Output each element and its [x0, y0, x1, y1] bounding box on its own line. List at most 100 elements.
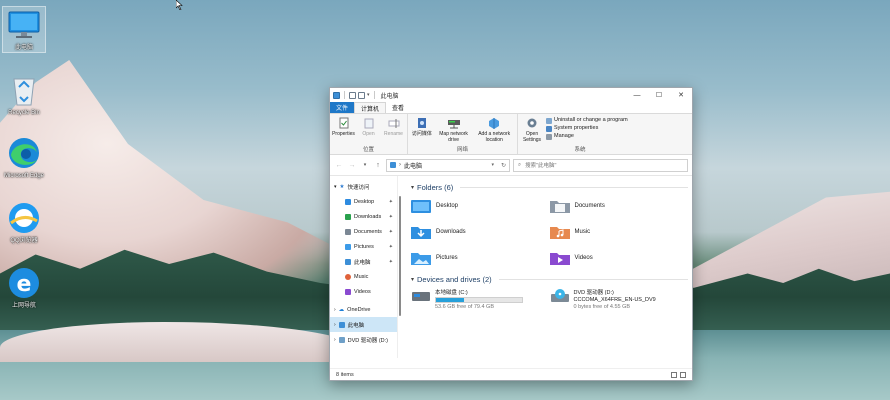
- desktop-icon-label: Recycle Bin: [8, 110, 40, 116]
- qq-browser-icon: [9, 203, 39, 233]
- chevron-right-icon[interactable]: ›: [334, 337, 336, 343]
- new-folder-quick-icon[interactable]: [358, 91, 365, 99]
- scrollbar-thumb[interactable]: [399, 196, 401, 316]
- svg-text:e: e: [17, 272, 32, 297]
- network-drive-icon: [447, 120, 460, 129]
- folder-pictures[interactable]: Pictures: [411, 248, 550, 268]
- chevron-down-icon[interactable]: ▾: [367, 92, 370, 98]
- folder-desktop[interactable]: Desktop: [411, 196, 550, 216]
- uninstall-program-button[interactable]: Uninstall or change a program: [546, 117, 628, 124]
- this-pc-icon: [390, 162, 396, 168]
- chevron-down-icon[interactable]: ▾: [411, 276, 414, 283]
- breadcrumb: 此电脑: [404, 163, 423, 170]
- window-title: 此电脑: [380, 93, 399, 100]
- ribbon-group-label: 系统: [574, 147, 586, 153]
- tab-computer[interactable]: 计算机: [354, 102, 387, 113]
- music-folder-icon: [549, 227, 570, 239]
- drives-section-header[interactable]: ▾ Devices and drives (2): [411, 272, 688, 286]
- open-settings-button[interactable]: Open Settings: [520, 116, 544, 146]
- chevron-down-icon[interactable]: ▾: [334, 184, 337, 190]
- large-icons-view-icon[interactable]: [680, 371, 686, 378]
- access-media-button[interactable]: 访问媒体: [410, 116, 434, 146]
- nav-item-this-pc-pinned[interactable]: 此电脑 ✦: [330, 254, 397, 269]
- nav-item-documents[interactable]: Documents ✦: [330, 224, 397, 239]
- desktop-icon-label: 此电脑: [14, 45, 33, 51]
- chevron-right-icon[interactable]: ›: [334, 307, 336, 313]
- pin-icon: ✦: [388, 258, 393, 265]
- search-input[interactable]: ⌕ 搜索"此电脑": [513, 158, 688, 172]
- ribbon-group-network: 访问媒体 Map network drive Add a network loc…: [408, 114, 518, 154]
- system-properties-button[interactable]: System properties: [546, 125, 628, 132]
- refresh-icon[interactable]: ↻: [501, 162, 506, 169]
- folders-section-header[interactable]: ▾ Folders (6): [411, 180, 688, 194]
- ribbon-tabs: 文件 计算机 查看: [330, 102, 692, 113]
- add-network-location-button[interactable]: Add a network location: [473, 116, 515, 146]
- dvd-icon: [338, 336, 345, 343]
- address-input[interactable]: › 此电脑 ▾ ↻: [386, 158, 510, 172]
- pictures-folder-icon: [411, 253, 431, 265]
- ribbon-group-label: 网络: [456, 147, 468, 153]
- monitor-icon: [338, 321, 345, 328]
- desktop-icon-label: 上网导航: [11, 303, 36, 309]
- nav-item-pictures[interactable]: Pictures ✦: [330, 239, 397, 254]
- rename-button[interactable]: Rename: [382, 116, 405, 146]
- ie-icon: e: [9, 268, 39, 298]
- nav-item-music[interactable]: Music: [330, 269, 397, 284]
- folder-documents[interactable]: Documents: [549, 196, 689, 216]
- desktop-icon-qq-browser[interactable]: QQ浏览器: [2, 200, 46, 245]
- pin-icon: ✦: [388, 198, 393, 205]
- tab-view[interactable]: 查看: [386, 102, 410, 113]
- status-bar: 8 items: [330, 368, 692, 380]
- nav-dvd-drive[interactable]: › DVD 驱动器 (D:): [330, 332, 397, 347]
- details-view-icon[interactable]: [671, 371, 677, 378]
- nav-onedrive[interactable]: › ☁ OneDrive: [330, 302, 397, 317]
- up-arrow-icon[interactable]: ↑: [373, 162, 383, 169]
- map-network-drive-button[interactable]: Map network drive: [436, 116, 472, 146]
- videos-icon: [345, 288, 351, 295]
- desktop-icon-recycle-bin[interactable]: Recycle Bin: [2, 72, 46, 117]
- videos-folder-icon: [549, 253, 570, 265]
- desktop-folder-icon: [345, 198, 351, 205]
- open-button[interactable]: Open: [357, 116, 380, 146]
- tab-file[interactable]: 文件: [330, 102, 355, 113]
- desktop-icon-this-pc[interactable]: 此电脑: [2, 6, 46, 53]
- drive-c[interactable]: 本地磁盘 (C:) 53.6 GB free of 79.4 GB: [411, 288, 550, 316]
- chevron-down-icon[interactable]: ▾: [411, 184, 414, 191]
- properties-quick-icon[interactable]: [349, 91, 356, 99]
- drive-usage-fill: [436, 298, 464, 302]
- drive-d[interactable]: DVD 驱动器 (D:) CCCOMA_X64FRE_EN-US_DV9 0 b…: [550, 288, 689, 316]
- downloads-folder-icon: [411, 227, 431, 239]
- nav-item-desktop[interactable]: Desktop ✦: [330, 194, 397, 209]
- monitor-icon: [345, 258, 351, 265]
- forward-arrow-icon[interactable]: →: [347, 162, 357, 169]
- folder-downloads[interactable]: Downloads: [411, 222, 550, 242]
- back-arrow-icon[interactable]: ←: [334, 162, 344, 169]
- address-dropdown-icon[interactable]: ▾: [491, 162, 494, 168]
- desktop-icon-web-nav[interactable]: e 上网导航: [2, 265, 46, 310]
- nav-scrollbar[interactable]: [398, 176, 403, 358]
- chevron-right-icon[interactable]: ›: [334, 322, 336, 328]
- close-button[interactable]: ✕: [670, 88, 692, 102]
- monitor-icon: [8, 11, 40, 38]
- nav-quick-access[interactable]: ▾ ★ 快速访问: [330, 179, 397, 194]
- nav-this-pc[interactable]: › 此电脑: [330, 317, 397, 332]
- nav-item-downloads[interactable]: Downloads ✦: [330, 209, 397, 224]
- desktop-icon-edge[interactable]: Microsoft Edge: [2, 135, 46, 180]
- nav-item-videos[interactable]: Videos: [330, 284, 397, 299]
- folder-music[interactable]: Music: [549, 222, 689, 242]
- open-icon: [364, 118, 373, 129]
- hard-drive-icon: [412, 292, 430, 301]
- file-explorer-window: ▾ 此电脑 — ☐ ✕ 文件 计算机 查看 Properties Open Re…: [329, 87, 693, 381]
- media-icon: [417, 118, 426, 128]
- folder-videos[interactable]: Videos: [549, 248, 689, 268]
- navigation-pane: ▾ ★ 快速访问 Desktop ✦ Downloads ✦ Documents ✦ …: [330, 176, 398, 358]
- pin-icon: ✦: [388, 228, 393, 235]
- search-icon: ⌕: [518, 161, 522, 168]
- minimize-button[interactable]: —: [626, 88, 648, 102]
- explorer-body: ▾ ★ 快速访问 Desktop ✦ Downloads ✦ Documents ✦ …: [330, 175, 692, 358]
- maximize-button[interactable]: ☐: [648, 88, 670, 102]
- properties-icon: [339, 117, 348, 129]
- manage-button[interactable]: Manage: [546, 133, 628, 140]
- recent-locations-chevron-icon[interactable]: ▾: [360, 162, 370, 168]
- properties-button[interactable]: Properties: [332, 116, 355, 146]
